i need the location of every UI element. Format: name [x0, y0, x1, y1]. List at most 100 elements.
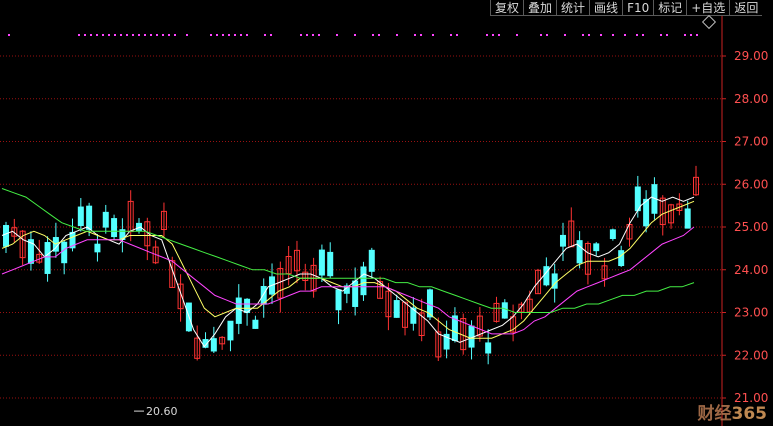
candle-body	[327, 251, 334, 277]
price-tick-label: 27.00	[734, 135, 768, 149]
toolbar-button-6[interactable]: +自选	[686, 0, 730, 16]
price-tick-label: 25.00	[734, 220, 768, 234]
toolbar: 复权 叠加 统计 画线 F10 标记 +自选 返回	[490, 0, 763, 16]
kline-chart-window: 29.00 28.00 27.00 26.00 25.00 24.00 23.00 22.00…	[0, 0, 773, 426]
candle-body	[360, 266, 367, 296]
signal-dot	[420, 34, 422, 36]
candle-body	[77, 206, 84, 227]
signal-dot	[690, 34, 692, 36]
toolbar-button-5[interactable]: 标记	[653, 0, 687, 16]
min-price-label: 20.60	[146, 405, 178, 418]
signal-dot	[210, 34, 212, 36]
signal-dot	[498, 34, 500, 36]
signal-dot	[102, 34, 104, 36]
signal-dot	[582, 34, 584, 36]
signal-dot	[228, 34, 230, 36]
signal-dot	[150, 34, 152, 36]
signal-dot	[432, 34, 434, 36]
price-tick-label: 26.00	[734, 177, 768, 191]
signal-dot	[414, 34, 416, 36]
candle-body	[335, 289, 342, 311]
signal-dot	[636, 34, 638, 36]
kline-chart[interactable]: 29.00 28.00 27.00 26.00 25.00 24.00 23.00 22.00…	[0, 0, 773, 426]
candle-body	[618, 250, 625, 267]
signal-dot	[660, 34, 662, 36]
watermark-logo: 财经365	[697, 404, 768, 424]
signal-dot	[300, 34, 302, 36]
toolbar-button-0[interactable]: 复权	[490, 0, 524, 16]
candle-body	[61, 241, 68, 264]
candle-body	[609, 229, 616, 240]
signal-dot	[354, 34, 356, 36]
signal-dot	[84, 34, 86, 36]
candle-body	[593, 243, 600, 252]
signal-dot	[156, 34, 158, 36]
signal-dot	[186, 34, 188, 36]
signal-dot	[540, 34, 542, 36]
candle-body	[368, 249, 375, 272]
signal-dot	[318, 34, 320, 36]
signal-dot	[78, 34, 80, 36]
toolbar-button-1[interactable]: 叠加	[523, 0, 557, 16]
signal-dot	[306, 34, 308, 36]
signal-dot	[546, 34, 548, 36]
signal-dot	[246, 34, 248, 36]
signal-dot	[90, 34, 92, 36]
signal-dot	[144, 34, 146, 36]
candle-body	[393, 300, 400, 318]
signal-dot	[162, 34, 164, 36]
signal-dot	[396, 34, 398, 36]
signal-dot	[492, 34, 494, 36]
signal-dot	[378, 34, 380, 36]
signal-dot	[132, 34, 134, 36]
signal-dot	[456, 34, 458, 36]
candle-body	[227, 320, 234, 341]
signal-dots	[8, 34, 698, 36]
signal-dot	[612, 34, 614, 36]
price-tick-label: 23.00	[734, 306, 768, 320]
signal-dot	[516, 34, 518, 36]
toolbar-button-2[interactable]: 统计	[556, 0, 590, 16]
signal-dot	[486, 34, 488, 36]
price-tick-label: 24.00	[734, 263, 768, 277]
signal-dot	[624, 34, 626, 36]
candles	[3, 165, 699, 365]
candle-body	[318, 249, 325, 276]
signal-dot	[336, 34, 338, 36]
candle-body	[235, 297, 242, 324]
candle-body	[684, 208, 691, 229]
signal-dot	[372, 34, 374, 36]
signal-dot	[642, 34, 644, 36]
price-tick-label: 28.00	[734, 92, 768, 106]
signal-dot	[312, 34, 314, 36]
signal-dot	[270, 34, 272, 36]
candle-body	[252, 319, 259, 329]
signal-dot	[120, 34, 122, 36]
candle-body	[576, 240, 583, 264]
signal-dot	[216, 34, 218, 36]
toolbar-button-7[interactable]: 返回	[729, 0, 763, 16]
candle-body	[86, 205, 93, 230]
price-tick-label: 22.00	[734, 348, 768, 362]
signal-dot	[108, 34, 110, 36]
signal-dot	[126, 34, 128, 36]
signal-dot	[114, 34, 116, 36]
signal-dot	[168, 34, 170, 36]
signal-dot	[222, 34, 224, 36]
signal-dot	[234, 34, 236, 36]
signal-dot	[264, 34, 266, 36]
candle-body	[501, 302, 508, 319]
toolbar-button-4[interactable]: F10	[622, 0, 654, 16]
toolbar-button-3[interactable]: 画线	[589, 0, 623, 16]
candle-body	[111, 218, 118, 238]
price-axis: 29.00 28.00 27.00 26.00 25.00 24.00 23.00 22.00…	[722, 49, 768, 405]
candle-body	[102, 211, 109, 228]
signal-dot	[696, 34, 698, 36]
candle-body	[210, 338, 217, 352]
signal-dot	[240, 34, 242, 36]
signal-dot	[684, 34, 686, 36]
candle-body	[94, 243, 101, 253]
signal-dot	[600, 34, 602, 36]
candle-body	[559, 234, 566, 247]
candle-body	[543, 266, 550, 286]
